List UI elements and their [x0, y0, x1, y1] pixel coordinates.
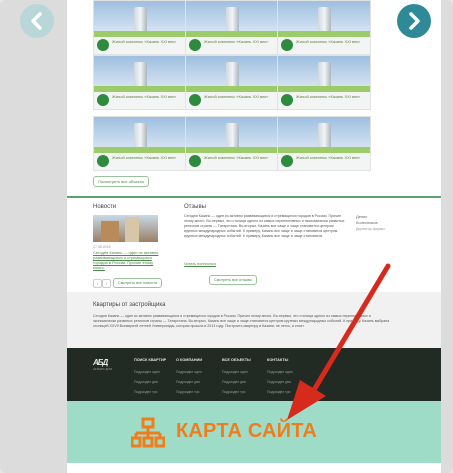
project-caption: Жилой комплекс «Казань XXI век» [296, 155, 361, 160]
footer-link[interactable]: Подраздел три [176, 390, 199, 394]
project-tile[interactable]: Жилой комплекс «Казань XXI век» [185, 55, 279, 110]
project-tile[interactable]: Жилой комплекс «Казань XXI век» [93, 55, 187, 110]
all-news-button[interactable]: Смотреть все новости [113, 278, 163, 288]
section-divider [67, 196, 441, 198]
project-tile[interactable]: Жилой комплекс «Казань XXI век» [185, 0, 279, 55]
footer-link[interactable]: Подраздел два [134, 380, 158, 384]
developer-logo-icon [97, 94, 109, 106]
apartments-text: Сегодня Казань — один из активно развива… [93, 314, 390, 328]
all-reviews-button[interactable]: Смотреть все отзывы [209, 275, 258, 285]
developer-logo-icon [189, 155, 201, 167]
review-author: Денис Колесников [356, 214, 378, 225]
news-title: Новости [93, 204, 117, 210]
developer-logo-icon [189, 94, 201, 106]
project-caption: Жилой комплекс «Казань XXI век» [112, 39, 177, 44]
project-caption: Жилой комплекс «Казань XXI век» [204, 39, 269, 44]
footer [67, 348, 441, 408]
footer-link[interactable]: Подраздел два [222, 380, 246, 384]
project-tile[interactable]: Жилой комплекс «Казань XXI век» [277, 0, 371, 55]
reviews-title: Отзывы [184, 204, 206, 210]
chevron-right-icon [409, 12, 420, 30]
project-tile[interactable]: Жилой комплекс «Казань XXI век» [93, 0, 187, 55]
footer-link[interactable]: Подраздел три [134, 390, 157, 394]
footer-logo[interactable]: АБД [93, 358, 115, 367]
review-text: Сегодня Казань — один из активно развива… [184, 214, 345, 238]
footer-column-title[interactable]: О КОМПАНИИ [176, 358, 202, 362]
footer-logo-subtitle: АК БАРС ДОМ [93, 367, 112, 371]
footer-link[interactable]: Подраздел один [267, 370, 293, 374]
review-read-more-link[interactable]: Читать полностью [184, 262, 216, 266]
sitemap-icon [131, 417, 165, 448]
apartments-title: Квартиры от застройщика [93, 302, 166, 308]
project-tile[interactable]: Жилой комплекс «Казань XXI век» [277, 55, 371, 110]
footer-column-title[interactable]: ПОИСК КВАРТИР [134, 358, 166, 362]
show-all-projects-button[interactable]: Посмотреть все объекты [93, 176, 150, 187]
news-image[interactable] [93, 215, 158, 242]
project-tile[interactable]: Жилой комплекс «Казань XXI век» [277, 116, 371, 171]
footer-link[interactable]: Подраздел два [176, 380, 200, 384]
developer-logo-icon [97, 155, 109, 167]
footer-link[interactable]: Подраздел два [267, 380, 291, 384]
project-caption: Жилой комплекс «Казань XXI век» [112, 94, 177, 99]
developer-logo-icon [281, 155, 293, 167]
news-link[interactable]: Сегодня Казань — один из активно развива… [93, 250, 159, 270]
footer-link[interactable]: Подраздел один [134, 370, 160, 374]
project-tile[interactable]: Жилой комплекс «Казань XXI век» [185, 116, 279, 171]
project-caption: Жилой комплекс «Казань XXI век» [296, 94, 361, 99]
sitemap-label[interactable]: КАРТА САЙТА [176, 420, 317, 443]
footer-column-title[interactable]: ВСЕ ОБЪЕКТЫ [222, 358, 251, 362]
project-caption: Жилой комплекс «Казань XXI век» [204, 155, 269, 160]
developer-logo-icon [97, 39, 109, 51]
developer-logo-icon [189, 39, 201, 51]
news-date: 27.08.2015 [93, 245, 111, 249]
project-tile[interactable]: Жилой комплекс «Казань XXI век» [93, 116, 187, 171]
review-author-role: Директор фирмы [356, 227, 385, 231]
news-next-button[interactable]: › [102, 279, 111, 288]
footer-column-title[interactable]: КОНТАКТЫ [267, 358, 288, 362]
next-arrow-button[interactable] [397, 4, 431, 38]
chevron-left-icon [31, 12, 42, 30]
developer-logo-icon [281, 39, 293, 51]
footer-link[interactable]: Подраздел один [176, 370, 202, 374]
project-caption: Жилой комплекс «Казань XXI век» [112, 155, 177, 160]
project-caption: Жилой комплекс «Казань XXI век» [296, 39, 361, 44]
footer-link[interactable]: Подраздел три [267, 390, 290, 394]
news-prev-button[interactable]: ‹ [93, 279, 102, 288]
footer-link[interactable]: Подраздел один [222, 370, 248, 374]
prev-arrow-button[interactable] [20, 4, 54, 38]
project-caption: Жилой комплекс «Казань XXI век» [204, 94, 269, 99]
footer-link[interactable]: Подраздел три [222, 390, 245, 394]
developer-logo-icon [281, 94, 293, 106]
